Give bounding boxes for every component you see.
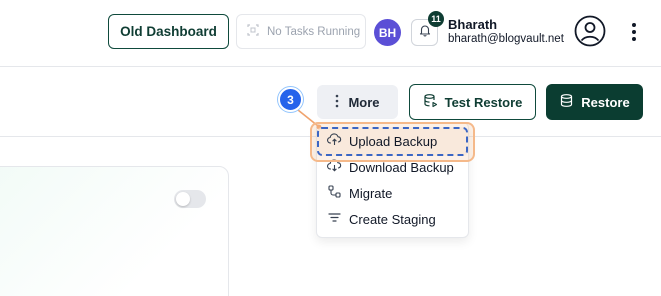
- restore-button[interactable]: Restore: [546, 84, 643, 120]
- menu-item-label: Download Backup: [349, 159, 454, 175]
- toggle-knob: [176, 192, 190, 206]
- cloud-upload-icon: [327, 132, 342, 150]
- menu-item-label: Migrate: [349, 185, 393, 201]
- notification-count-badge: 11: [428, 11, 444, 27]
- migrate-icon: [327, 184, 342, 202]
- tasks-status-label: No Tasks Running: [267, 25, 361, 38]
- test-restore-button[interactable]: Test Restore: [409, 84, 536, 120]
- menu-item-download-backup[interactable]: Download Backup: [316, 154, 467, 180]
- kebab-menu-icon[interactable]: [626, 20, 642, 44]
- avatar[interactable]: BH: [374, 19, 401, 46]
- tasks-icon: [246, 23, 260, 40]
- menu-item-label: Create Staging: [349, 211, 436, 227]
- user-profile-icon[interactable]: [574, 15, 606, 47]
- menu-item-label: Upload Backup: [349, 133, 438, 149]
- more-label: More: [348, 94, 380, 110]
- filter-lines-icon: [327, 210, 342, 228]
- database-restore-icon: [559, 93, 574, 111]
- tasks-status[interactable]: No Tasks Running: [236, 14, 366, 49]
- restore-label: Restore: [581, 94, 630, 110]
- more-button[interactable]: More: [317, 85, 398, 119]
- user-email: bharath@blogvault.net: [448, 33, 564, 45]
- old-dashboard-button[interactable]: Old Dashboard: [108, 14, 229, 49]
- step-marker: 3: [278, 87, 303, 112]
- content-card: [0, 166, 229, 296]
- user-name: Bharath: [448, 17, 498, 32]
- cloud-download-icon: [327, 158, 342, 176]
- test-restore-label: Test Restore: [444, 94, 523, 110]
- menu-item-migrate[interactable]: Migrate: [316, 180, 467, 206]
- menu-item-create-staging[interactable]: Create Staging: [316, 206, 467, 232]
- bell-icon: [418, 23, 432, 42]
- user-info: Bharath bharath@blogvault.net: [448, 17, 564, 47]
- database-play-icon: [423, 93, 438, 111]
- menu-item-upload-backup[interactable]: Upload Backup: [316, 128, 467, 154]
- vertical-dots-icon: [335, 94, 339, 111]
